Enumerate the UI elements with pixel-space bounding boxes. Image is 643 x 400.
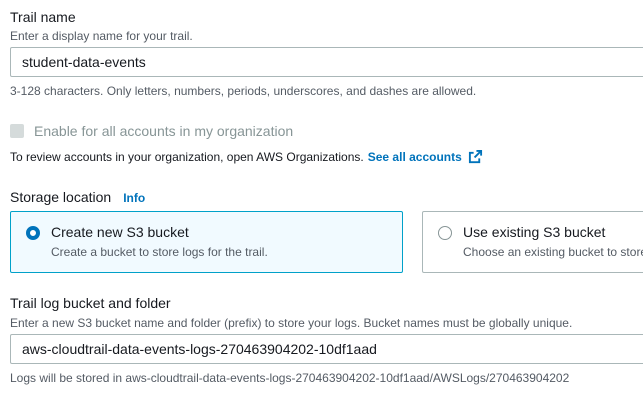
trail-name-constraint: 3-128 characters. Only letters, numbers,… — [10, 84, 477, 98]
bucket-folder-description: Enter a new S3 bucket name and folder (p… — [10, 316, 573, 330]
storage-location-info-link[interactable]: Info — [123, 191, 145, 205]
trail-settings-form: Trail name Enter a display name for your… — [0, 0, 643, 400]
storage-location-label: Storage location — [10, 189, 112, 205]
create-new-bucket-tile[interactable]: Create new S3 bucket Create a bucket to … — [10, 211, 403, 273]
trail-name-label: Trail name — [10, 9, 76, 25]
use-existing-bucket-title: Use existing S3 bucket — [463, 224, 606, 240]
create-new-bucket-radio[interactable] — [26, 226, 40, 240]
use-existing-bucket-tile[interactable]: Use existing S3 bucket Choose an existin… — [422, 211, 643, 273]
bucket-folder-label: Trail log bucket and folder — [10, 295, 171, 311]
external-link-icon[interactable] — [468, 149, 483, 164]
organization-review-line: To review accounts in your organization,… — [10, 149, 483, 164]
enable-organization-label: Enable for all accounts in my organizati… — [34, 123, 294, 139]
trail-name-input[interactable]: student-data-events — [10, 47, 643, 77]
create-new-bucket-title: Create new S3 bucket — [51, 224, 189, 240]
bucket-folder-input[interactable]: aws-cloudtrail-data-events-logs-27046390… — [10, 334, 643, 364]
use-existing-bucket-description: Choose an existing bucket to store logs … — [463, 245, 643, 259]
enable-organization-checkbox[interactable] — [10, 124, 24, 138]
use-existing-bucket-radio[interactable] — [438, 226, 452, 240]
organization-checkbox-row: Enable for all accounts in my organizati… — [10, 123, 293, 139]
trail-name-description: Enter a display name for your trail. — [10, 29, 193, 43]
storage-location-header: Storage location Info — [10, 189, 145, 205]
see-all-accounts-link[interactable]: See all accounts — [368, 150, 462, 164]
create-new-bucket-description: Create a bucket to store logs for the tr… — [51, 245, 268, 259]
organization-review-text: To review accounts in your organization,… — [10, 149, 364, 164]
bucket-storage-path: Logs will be stored in aws-cloudtrail-da… — [10, 371, 570, 385]
